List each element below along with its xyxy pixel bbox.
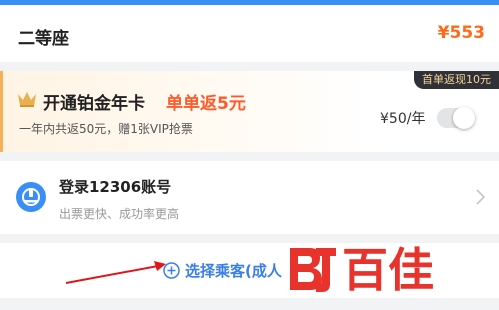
select-passenger-label: 选择乘客(成人: [185, 262, 282, 280]
seat-class-name: 二等座: [18, 29, 69, 49]
platinum-toggle[interactable]: [437, 107, 475, 129]
login-subtitle: 出票更快、成功率更高: [59, 207, 180, 221]
plus-circle-icon: [163, 262, 180, 279]
railway-logo-icon: [16, 182, 46, 212]
login-12306-row[interactable]: 登录12306账号 出票更快、成功率更高: [0, 161, 499, 234]
promo-title: 开通铂金年卡: [43, 94, 145, 114]
promo-subtitle: 一年内共返50元，赠1张VIP抢票: [19, 122, 193, 136]
seat-row[interactable]: 二等座 ¥553: [0, 5, 499, 62]
first-order-badge: 首单返现10元: [414, 71, 499, 89]
login-title: 登录12306账号: [59, 178, 172, 196]
crown-icon: [18, 92, 36, 107]
toggle-knob: [453, 107, 475, 129]
promo-highlight: 单单返5元: [166, 94, 246, 114]
chevron-right-icon: [476, 189, 485, 205]
watermark-text: 百佳: [342, 243, 434, 297]
seat-price: ¥553: [437, 23, 485, 43]
promo-price: ¥50/年: [380, 111, 426, 127]
watermark-logo: 百佳: [286, 243, 434, 297]
